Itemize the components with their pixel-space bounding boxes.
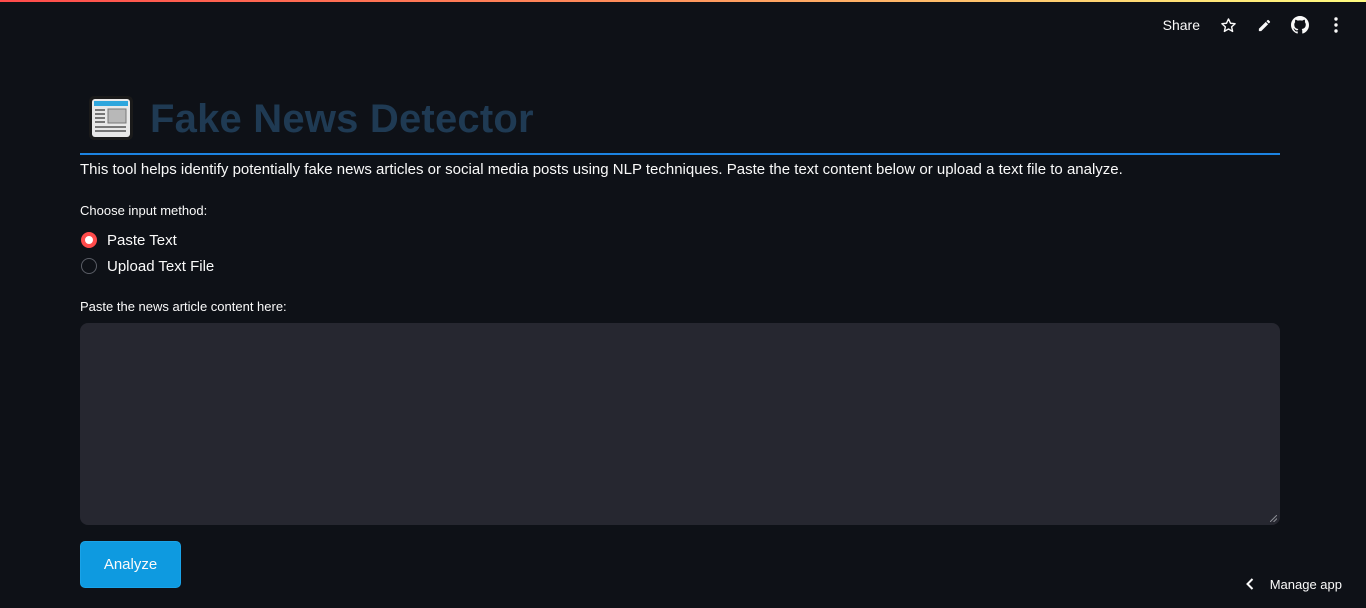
github-icon[interactable] (1282, 10, 1318, 40)
radio-upload-text-file[interactable]: Upload Text File (80, 253, 1280, 279)
main-content: Fake News Detector This tool helps ident… (80, 88, 1280, 588)
star-icon[interactable] (1210, 10, 1246, 40)
manage-app-button[interactable]: Manage app (1244, 574, 1342, 594)
input-method-label: Choose input method: (80, 203, 208, 218)
app-toolbar: Share (1153, 10, 1354, 40)
share-button[interactable]: Share (1153, 17, 1210, 33)
radio-option-label: Paste Text (107, 231, 177, 249)
input-method-radio-group: Paste Text Upload Text File (80, 227, 1280, 279)
more-vertical-icon[interactable] (1318, 10, 1354, 40)
pencil-icon[interactable] (1246, 10, 1282, 40)
analyze-button[interactable]: Analyze (80, 541, 181, 588)
top-decoration-bar (0, 0, 1366, 2)
article-textarea[interactable] (80, 323, 1280, 525)
app-description: This tool helps identify potentially fak… (80, 161, 1123, 178)
resize-grip-icon[interactable] (1270, 515, 1277, 522)
chevron-left-icon (1245, 578, 1253, 590)
page-header: Fake News Detector (80, 88, 1280, 146)
radio-option-label: Upload Text File (107, 257, 215, 275)
radio-selected-icon[interactable] (81, 232, 97, 248)
radio-paste-text[interactable]: Paste Text (80, 227, 1280, 253)
newspaper-icon (89, 96, 133, 140)
title-divider (80, 153, 1280, 155)
page-title: Fake News Detector (150, 96, 534, 141)
article-textarea-label: Paste the news article content here: (80, 299, 287, 314)
radio-unselected-icon[interactable] (81, 258, 97, 274)
manage-app-label: Manage app (1269, 576, 1342, 592)
